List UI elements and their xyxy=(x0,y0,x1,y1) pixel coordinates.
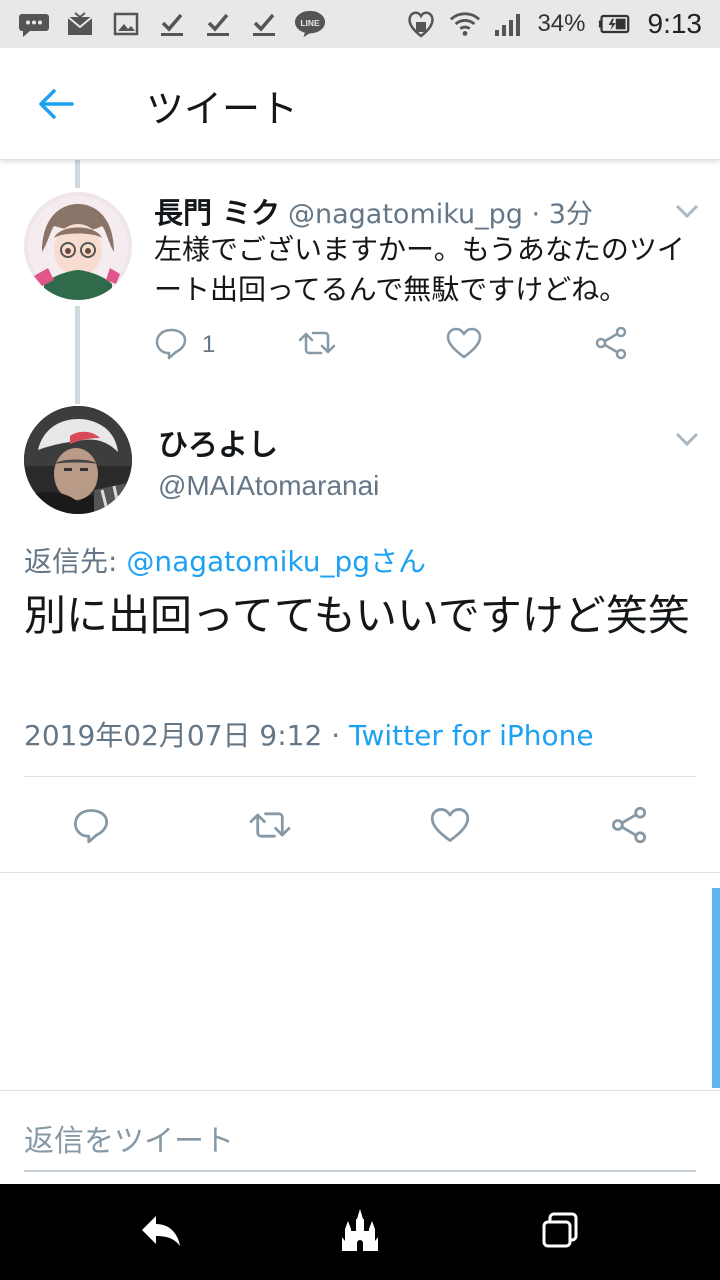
castle-icon xyxy=(340,1207,380,1257)
share-button[interactable] xyxy=(610,806,648,848)
retweet-button[interactable] xyxy=(248,806,292,848)
parent-display-name[interactable]: 長門 ミク xyxy=(154,190,280,232)
retweet-icon xyxy=(298,326,336,364)
check-icon xyxy=(202,8,234,40)
like-button[interactable] xyxy=(446,326,482,364)
nav-back-button[interactable] xyxy=(136,1208,184,1256)
reply-icon xyxy=(72,806,110,848)
share-button[interactable] xyxy=(594,326,628,364)
back-button[interactable] xyxy=(30,80,82,132)
reply-to-label: 返信先: xyxy=(24,545,127,578)
thread-line xyxy=(75,306,80,404)
scrollbar[interactable] xyxy=(712,888,720,1088)
chat-icon xyxy=(18,8,50,40)
page-title: ツイート xyxy=(146,87,299,131)
tweet-menu-button[interactable] xyxy=(672,424,702,454)
main-tweet-text: 別に出回っててもいいですけど笑笑 xyxy=(24,591,690,640)
reply-button[interactable]: 1 xyxy=(154,326,215,364)
parent-handle-time: @nagatomiku_pg · 3分 xyxy=(288,199,593,230)
avatar[interactable] xyxy=(24,406,132,514)
share-icon xyxy=(610,806,648,848)
reply-to-line: 返信先: @nagatomiku_pgさん xyxy=(24,540,426,580)
arrow-left-icon xyxy=(38,88,74,124)
nav-home-button[interactable] xyxy=(336,1208,384,1256)
divider xyxy=(0,872,720,873)
clock: 9:13 xyxy=(647,8,703,39)
retweet-icon xyxy=(248,806,292,848)
avatar[interactable] xyxy=(24,192,132,300)
tweet-meta: 2019年02月07日 9:12 · Twitter for iPhone xyxy=(24,714,594,754)
retweet-button[interactable] xyxy=(298,326,336,364)
image-icon xyxy=(110,8,142,40)
share-icon xyxy=(594,326,628,364)
divider xyxy=(24,776,696,777)
battery-percent: 34% xyxy=(537,10,586,37)
chevron-down-icon xyxy=(672,204,702,230)
app-bar: ツイート xyxy=(0,48,720,160)
nav-recents-button[interactable] xyxy=(536,1208,584,1256)
reply-mention-link[interactable]: @nagatomiku_pgさん xyxy=(126,545,426,578)
tweet-source-link[interactable]: Twitter for iPhone xyxy=(349,719,594,752)
svg-text:LINE: LINE xyxy=(300,18,320,28)
tweet-menu-button[interactable] xyxy=(672,196,702,226)
main-display-name[interactable]: ひろよし xyxy=(158,420,278,464)
heart-icon xyxy=(430,806,470,848)
line-icon: LINE xyxy=(294,8,326,40)
parent-tweet-text: 左様でございますかー。もうあなたのツイート出回ってるんで無駄ですけどね。 xyxy=(154,233,685,306)
reply-button[interactable] xyxy=(72,806,110,848)
battery-icon xyxy=(598,8,630,40)
wifi-icon xyxy=(449,8,481,40)
signal-icon xyxy=(493,8,525,40)
status-bar: LINE 34% 9:13 xyxy=(0,0,720,48)
check-icon xyxy=(156,8,188,40)
heart-shield-icon xyxy=(405,8,437,40)
chevron-down-icon xyxy=(672,432,702,458)
reply-icon xyxy=(154,326,188,364)
like-button[interactable] xyxy=(430,806,470,848)
heart-icon xyxy=(446,326,482,364)
navigation-bar xyxy=(0,1184,720,1280)
tweet-timestamp: 2019年02月07日 9:12 · xyxy=(24,719,349,752)
check-icon xyxy=(248,8,280,40)
reply-arrow-icon xyxy=(138,1212,182,1252)
divider xyxy=(0,1090,720,1091)
recents-icon xyxy=(540,1210,580,1254)
reply-count: 1 xyxy=(202,331,216,358)
mail-icon xyxy=(64,8,96,40)
reply-input[interactable] xyxy=(24,1112,696,1172)
thread-line-top xyxy=(75,160,80,188)
main-handle[interactable]: @MAIAtomaranai xyxy=(158,470,379,502)
